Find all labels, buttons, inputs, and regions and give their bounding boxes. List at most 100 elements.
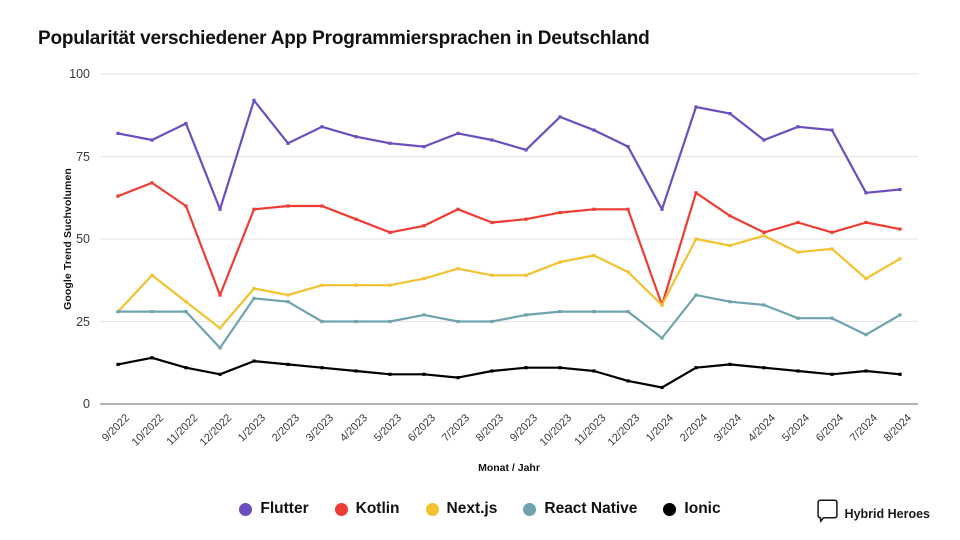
y-tick-label: 25 bbox=[76, 314, 90, 329]
legend-color-swatch-icon bbox=[334, 502, 348, 516]
data-point bbox=[762, 230, 766, 234]
data-point bbox=[830, 372, 834, 376]
data-point bbox=[762, 303, 766, 307]
x-tick-label: 12/2022 bbox=[197, 412, 235, 449]
data-point bbox=[388, 372, 392, 376]
data-point bbox=[558, 310, 562, 314]
legend-item-kotlin[interactable]: Kotlin bbox=[334, 500, 400, 518]
data-point bbox=[898, 187, 902, 192]
data-point bbox=[422, 313, 426, 317]
data-point bbox=[660, 385, 664, 390]
data-point bbox=[864, 369, 868, 373]
data-point bbox=[524, 217, 528, 221]
data-point bbox=[592, 128, 596, 132]
x-tick-label: 11/2023 bbox=[572, 412, 609, 449]
data-point bbox=[626, 207, 630, 211]
data-point bbox=[796, 369, 800, 373]
data-point bbox=[728, 300, 732, 304]
x-tick-label: 7/2024 bbox=[847, 412, 881, 445]
chart-card: Popularität verschiedener App Programmie… bbox=[0, 0, 960, 540]
legend-color-swatch-icon bbox=[239, 502, 253, 516]
data-point bbox=[456, 319, 460, 324]
y-tick-label: 75 bbox=[76, 149, 90, 164]
legend-item-ionic[interactable]: Ionic bbox=[663, 500, 721, 518]
legend-color-swatch-icon bbox=[663, 502, 677, 516]
data-point bbox=[898, 257, 902, 261]
data-point bbox=[558, 211, 562, 215]
data-point bbox=[660, 207, 664, 211]
data-point bbox=[184, 121, 188, 126]
data-point bbox=[184, 204, 188, 208]
data-point bbox=[660, 303, 664, 307]
data-point bbox=[626, 310, 630, 314]
data-point bbox=[320, 125, 324, 129]
data-point bbox=[762, 138, 766, 142]
x-tick-label: 1/2023 bbox=[235, 412, 269, 445]
data-point bbox=[286, 293, 290, 297]
data-point bbox=[524, 148, 528, 152]
data-point bbox=[558, 260, 562, 264]
x-tick-label: 4/2024 bbox=[745, 412, 779, 445]
legend-item-flutter[interactable]: Flutter bbox=[239, 500, 309, 518]
data-point bbox=[150, 181, 154, 185]
data-point bbox=[762, 234, 766, 238]
x-tick-label: 3/2024 bbox=[711, 412, 745, 445]
data-point bbox=[490, 273, 494, 277]
brand-name: Hybrid Heroes bbox=[844, 507, 930, 521]
x-tick-label: 12/2023 bbox=[605, 412, 643, 449]
legend-color-swatch-icon bbox=[425, 502, 439, 516]
data-point bbox=[218, 207, 222, 211]
data-point bbox=[150, 138, 154, 142]
data-point bbox=[456, 131, 460, 135]
legend-item-next-js[interactable]: Next.js bbox=[425, 500, 498, 518]
legend-item-react-native[interactable]: React Native bbox=[523, 500, 637, 518]
data-point bbox=[286, 300, 290, 304]
data-point bbox=[864, 220, 868, 225]
data-point bbox=[354, 283, 358, 287]
data-point bbox=[864, 277, 868, 281]
data-point bbox=[592, 207, 596, 211]
data-point bbox=[286, 141, 290, 145]
data-point bbox=[320, 366, 324, 370]
x-tick-label: 9/2023 bbox=[507, 412, 541, 445]
data-point bbox=[490, 319, 494, 324]
data-point bbox=[694, 366, 698, 370]
legend-color-swatch-icon bbox=[523, 502, 537, 516]
data-point bbox=[796, 220, 800, 225]
data-point bbox=[388, 230, 392, 234]
data-point bbox=[898, 313, 902, 317]
data-point bbox=[524, 366, 528, 370]
data-point bbox=[116, 310, 120, 314]
data-point bbox=[796, 316, 800, 320]
legend-label: Kotlin bbox=[355, 500, 400, 517]
x-axis-label: Monat / Jahr bbox=[478, 462, 540, 474]
data-point bbox=[150, 356, 154, 360]
chart-plot-svg bbox=[100, 74, 918, 404]
y-axis-label: Google Trend Suchvolumen bbox=[62, 168, 74, 310]
data-point bbox=[184, 300, 188, 304]
data-point bbox=[830, 247, 834, 251]
legend-label: Next.js bbox=[446, 500, 498, 517]
data-point bbox=[184, 366, 188, 370]
data-point bbox=[626, 379, 630, 383]
data-point bbox=[320, 204, 324, 208]
data-point bbox=[252, 296, 256, 300]
x-tick-label: 5/2023 bbox=[371, 412, 405, 445]
data-point bbox=[422, 145, 426, 149]
x-tick-label: 1/2024 bbox=[643, 412, 677, 445]
data-point bbox=[422, 372, 426, 376]
data-point bbox=[116, 131, 120, 135]
legend-label: React Native bbox=[544, 500, 638, 517]
series-line-next-js bbox=[118, 236, 900, 328]
brand-logo-group: Hybrid Heroes bbox=[816, 499, 930, 529]
x-tick-label: 10/2022 bbox=[129, 412, 167, 449]
data-point bbox=[252, 98, 256, 102]
data-point bbox=[252, 359, 256, 363]
data-point bbox=[218, 326, 222, 330]
data-point bbox=[864, 191, 868, 195]
data-point bbox=[320, 283, 324, 287]
data-point bbox=[490, 138, 494, 142]
data-point bbox=[456, 267, 460, 271]
data-point bbox=[490, 220, 494, 225]
legend-label: Ionic bbox=[684, 500, 721, 517]
